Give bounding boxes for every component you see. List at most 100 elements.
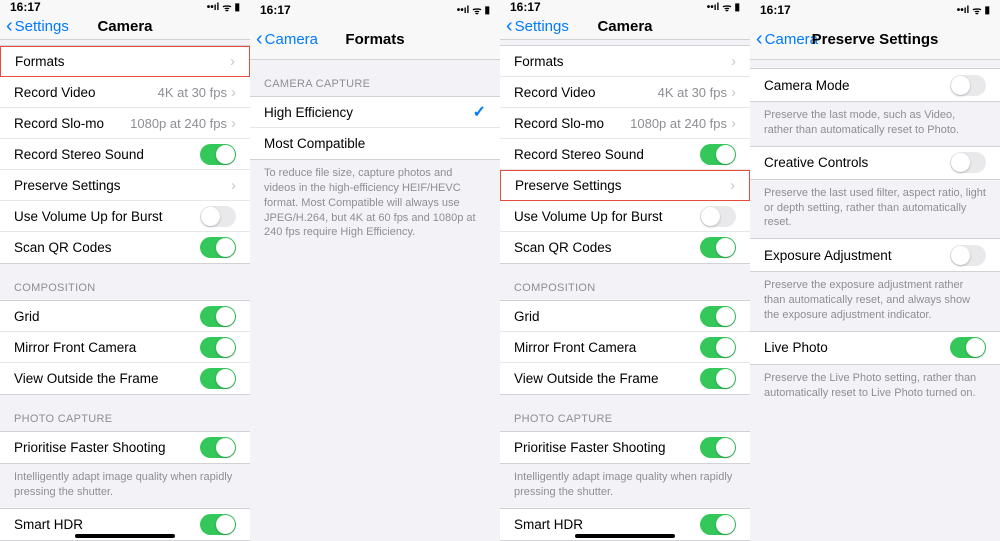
row-volume-burst[interactable]: Use Volume Up for Burst: [500, 201, 750, 232]
chevron-right-icon: ›: [231, 84, 236, 101]
group-composition: Grid Mirror Front Camera View Outside th…: [500, 300, 750, 395]
group-top: Formats › Record Video 4K at 30 fps › Re…: [0, 45, 250, 264]
wifi-icon: ᯤ: [722, 0, 731, 14]
toggle-faster[interactable]: [700, 437, 736, 458]
row-label: Record Slo-mo: [514, 116, 630, 131]
wifi-icon: ᯤ: [472, 3, 481, 17]
nav-bar: ‹ Settings Camera: [0, 14, 250, 40]
toggle-faster[interactable]: [200, 437, 236, 458]
row-grid[interactable]: Grid: [0, 301, 250, 332]
row-formats[interactable]: Formats ›: [0, 46, 250, 77]
battery-icon: ▮: [984, 5, 990, 16]
toggle-hdr[interactable]: [700, 514, 736, 535]
toggle-creative[interactable]: [950, 152, 986, 173]
checkmark-icon: ✓: [473, 102, 486, 122]
row-detail: 1080p at 240 fps: [630, 116, 727, 131]
toggle-mirror[interactable]: [200, 337, 236, 358]
row-label: Record Stereo Sound: [514, 147, 700, 162]
row-high-efficiency[interactable]: High Efficiency ✓: [250, 97, 500, 128]
row-outside-frame[interactable]: View Outside the Frame: [500, 363, 750, 394]
row-label: Grid: [514, 309, 700, 324]
status-bar: 16:17 ••ıl ᯤ ▮: [500, 0, 750, 14]
toggle-volume-burst[interactable]: [700, 206, 736, 227]
row-record-video[interactable]: Record Video 4K at 30 fps ›: [500, 77, 750, 108]
toggle-hdr[interactable]: [200, 514, 236, 535]
row-record-slomo[interactable]: Record Slo-mo 1080p at 240 fps ›: [0, 108, 250, 139]
group-photo: Prioritise Faster Shooting: [500, 431, 750, 464]
row-record-slomo[interactable]: Record Slo-mo 1080p at 240 fps ›: [500, 108, 750, 139]
toggle-live-photo[interactable]: [950, 337, 986, 358]
row-label: Record Video: [14, 85, 158, 100]
row-volume-burst[interactable]: Use Volume Up for Burst: [0, 201, 250, 232]
row-faster-shooting[interactable]: Prioritise Faster Shooting: [500, 432, 750, 463]
row-label: View Outside the Frame: [514, 371, 700, 386]
chevron-left-icon: ‹: [6, 15, 13, 38]
home-indicator[interactable]: [75, 534, 175, 538]
row-label: Creative Controls: [764, 155, 950, 170]
signal-icon: ••ıl: [207, 2, 220, 13]
signal-icon: ••ıl: [707, 2, 720, 13]
footer-exposure: Preserve the exposure adjustment rather …: [750, 272, 1000, 331]
row-stereo-sound[interactable]: Record Stereo Sound: [0, 139, 250, 170]
back-button[interactable]: ‹ Camera: [750, 28, 818, 51]
group-live-photo: Live Photo: [750, 331, 1000, 365]
row-mirror-front[interactable]: Mirror Front Camera: [500, 332, 750, 363]
battery-icon: ▮: [484, 5, 490, 16]
toggle-camera-mode[interactable]: [950, 75, 986, 96]
back-button[interactable]: ‹ Camera: [250, 28, 318, 51]
toggle-exposure[interactable]: [950, 245, 986, 266]
battery-icon: ▮: [234, 2, 240, 13]
toggle-qr[interactable]: [700, 237, 736, 258]
row-most-compatible[interactable]: Most Compatible: [250, 128, 500, 159]
back-label: Camera: [765, 31, 818, 48]
row-live-photo[interactable]: Live Photo: [750, 332, 1000, 364]
row-label: Preserve Settings: [515, 178, 730, 193]
status-time: 16:17: [10, 0, 41, 14]
screen-camera-2: 16:17 ••ıl ᯤ ▮ ‹ Settings Camera Formats…: [500, 0, 750, 541]
row-preserve-settings[interactable]: Preserve Settings ›: [0, 170, 250, 201]
chevron-right-icon: ›: [730, 177, 735, 194]
toggle-stereo[interactable]: [200, 144, 236, 165]
toggle-grid[interactable]: [200, 306, 236, 327]
row-stereo-sound[interactable]: Record Stereo Sound: [500, 139, 750, 170]
row-label: Smart HDR: [514, 517, 700, 532]
toggle-grid[interactable]: [700, 306, 736, 327]
toggle-outside[interactable]: [700, 368, 736, 389]
row-qr-codes[interactable]: Scan QR Codes: [500, 232, 750, 263]
row-preserve-settings[interactable]: Preserve Settings ›: [500, 170, 750, 201]
section-header-composition: COMPOSITION: [0, 264, 250, 300]
row-label: Record Stereo Sound: [14, 147, 200, 162]
status-time: 16:17: [760, 3, 791, 17]
home-indicator[interactable]: [575, 534, 675, 538]
row-creative-controls[interactable]: Creative Controls: [750, 147, 1000, 179]
signal-icon: ••ıl: [457, 5, 470, 16]
section-header-photo: PHOTO CAPTURE: [0, 395, 250, 431]
row-faster-shooting[interactable]: Prioritise Faster Shooting: [0, 432, 250, 463]
toggle-qr[interactable]: [200, 237, 236, 258]
row-exposure-adjustment[interactable]: Exposure Adjustment: [750, 239, 1000, 271]
row-record-video[interactable]: Record Video 4K at 30 fps ›: [0, 77, 250, 108]
row-camera-mode[interactable]: Camera Mode: [750, 69, 1000, 101]
back-button[interactable]: ‹ Settings: [0, 15, 69, 38]
back-label: Settings: [15, 18, 69, 35]
row-detail: 4K at 30 fps: [658, 85, 727, 100]
row-grid[interactable]: Grid: [500, 301, 750, 332]
toggle-outside[interactable]: [200, 368, 236, 389]
toggle-mirror[interactable]: [700, 337, 736, 358]
row-outside-frame[interactable]: View Outside the Frame: [0, 363, 250, 394]
toggle-volume-burst[interactable]: [200, 206, 236, 227]
chevron-right-icon: ›: [731, 84, 736, 101]
chevron-left-icon: ‹: [256, 28, 263, 51]
screen-camera-1: 16:17 ••ıl ᯤ ▮ ‹ Settings Camera Formats…: [0, 0, 250, 541]
back-button[interactable]: ‹ Settings: [500, 15, 569, 38]
wifi-icon: ᯤ: [972, 3, 981, 17]
row-label: Use Volume Up for Burst: [14, 209, 200, 224]
group-capture: High Efficiency ✓ Most Compatible: [250, 96, 500, 160]
toggle-stereo[interactable]: [700, 144, 736, 165]
row-label: Formats: [514, 54, 731, 69]
row-label: View Outside the Frame: [14, 371, 200, 386]
row-qr-codes[interactable]: Scan QR Codes: [0, 232, 250, 263]
row-formats[interactable]: Formats ›: [500, 46, 750, 77]
row-label: Grid: [14, 309, 200, 324]
row-mirror-front[interactable]: Mirror Front Camera: [0, 332, 250, 363]
